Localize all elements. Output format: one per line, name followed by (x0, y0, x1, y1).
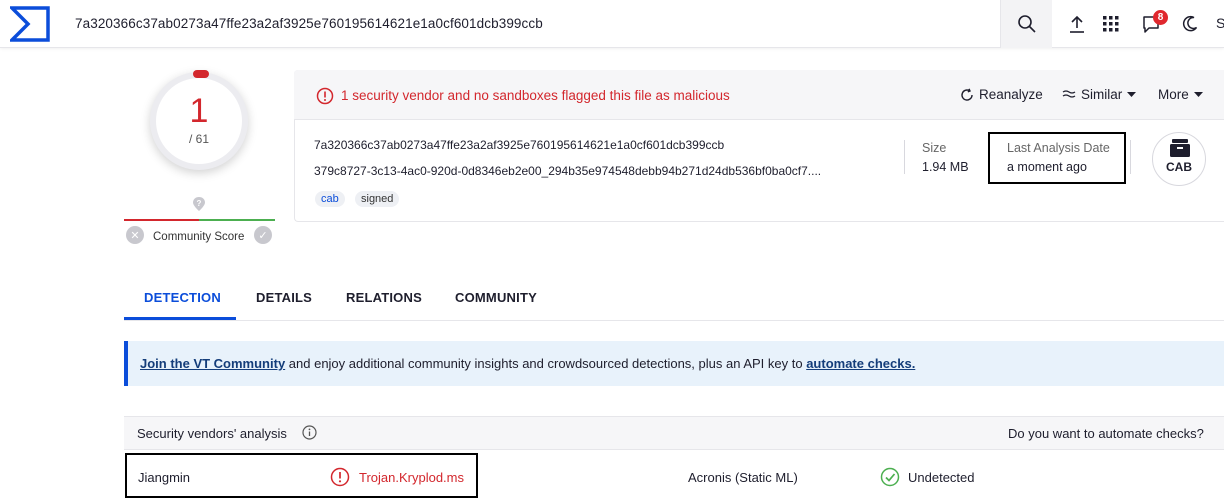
user-menu-initial[interactable]: S (1216, 15, 1224, 31)
svg-text:?: ? (197, 199, 202, 208)
similar-dropdown[interactable]: Similar (1062, 87, 1137, 102)
community-score-help-icon[interactable]: ? (191, 196, 207, 212)
apps-grid-icon (1103, 16, 1119, 32)
automate-checks-prompt[interactable]: Do you want to automate checks? (1008, 426, 1204, 441)
score-indicator-dot (193, 70, 209, 78)
tag-signed[interactable]: signed (355, 191, 400, 207)
tab-detection[interactable]: DETECTION (144, 290, 221, 305)
virustotal-logo-icon[interactable] (10, 6, 50, 42)
size-label: Size (922, 141, 947, 155)
malicious-icon (330, 467, 350, 487)
file-type-label: CAB (1166, 160, 1192, 174)
community-score-positive-bar (199, 219, 275, 221)
divider (904, 140, 905, 174)
detection-alert-text: 1 security vendor and no sandboxes flagg… (341, 88, 730, 103)
similar-label: Similar (1081, 87, 1123, 102)
reanalyze-button[interactable]: Reanalyze (960, 87, 1043, 102)
size-value: 1.94 MB (922, 160, 969, 174)
file-sha256[interactable]: 7a320366c37ab0273a47ffe23a2af3925e760195… (314, 138, 724, 152)
banner-middle-text: and enjoy additional community insights … (285, 356, 807, 371)
community-score-negative-bar (124, 219, 199, 221)
vendors-title: Security vendors' analysis (137, 426, 287, 441)
join-community-link[interactable]: Join the VT Community (140, 356, 285, 371)
tabs-divider (124, 320, 1224, 321)
vendor-name: Jiangmin (138, 470, 191, 485)
divider (1130, 140, 1131, 174)
dark-mode-icon (1182, 15, 1198, 32)
similar-icon (1062, 89, 1076, 98)
upload-icon (1070, 15, 1084, 33)
file-name: 379c8727-3c13-4ac0-920d-0d8346eb2e00_294… (314, 164, 822, 178)
chevron-down-icon (1193, 91, 1203, 97)
tab-relations[interactable]: RELATIONS (346, 290, 422, 305)
refresh-icon (961, 88, 973, 101)
last-analysis-value: a moment ago (1007, 160, 1087, 174)
theme-toggle-button[interactable] (1178, 12, 1202, 36)
reanalyze-label: Reanalyze (979, 87, 1043, 102)
detection-count: 1 (189, 92, 209, 130)
community-score-label: Community Score (153, 231, 245, 243)
vendor-total: / 61 (188, 132, 209, 146)
last-analysis-highlight-box (988, 132, 1126, 184)
last-analysis-label: Last Analysis Date (1007, 141, 1110, 155)
upload-button[interactable] (1065, 12, 1089, 36)
community-banner-text: Join the VT Community and enjoy addition… (140, 356, 915, 371)
tab-details[interactable]: DETAILS (256, 290, 312, 305)
undetected-check-icon (880, 467, 900, 487)
alert-icon (316, 87, 334, 105)
apps-button[interactable] (1099, 12, 1123, 36)
notification-count-badge: 8 (1153, 10, 1168, 25)
search-input[interactable]: 7a320366c37ab0273a47ffe23a2af3925e760195… (75, 16, 543, 31)
file-type-badge (1152, 132, 1206, 186)
tag-cab[interactable]: cab (315, 191, 345, 207)
chevron-down-icon (1127, 91, 1137, 97)
search-button[interactable] (1000, 0, 1052, 48)
vendor-result-malicious: Trojan.Kryplod.ms (359, 470, 464, 485)
info-icon[interactable] (302, 425, 317, 440)
vendor-result-undetected: Undetected (908, 470, 975, 485)
more-label: More (1158, 87, 1189, 102)
more-dropdown[interactable]: More (1158, 87, 1203, 102)
search-icon (1017, 15, 1036, 33)
top-bar: 7a320366c37ab0273a47ffe23a2af3925e760195… (0, 0, 1224, 48)
tab-community[interactable]: COMMUNITY (455, 290, 537, 305)
vendor-name: Acronis (Static ML) (688, 470, 798, 485)
automate-checks-link[interactable]: automate checks. (806, 356, 915, 371)
downvote-icon[interactable]: ✕ (126, 226, 144, 244)
upvote-icon[interactable]: ✓ (254, 226, 272, 244)
